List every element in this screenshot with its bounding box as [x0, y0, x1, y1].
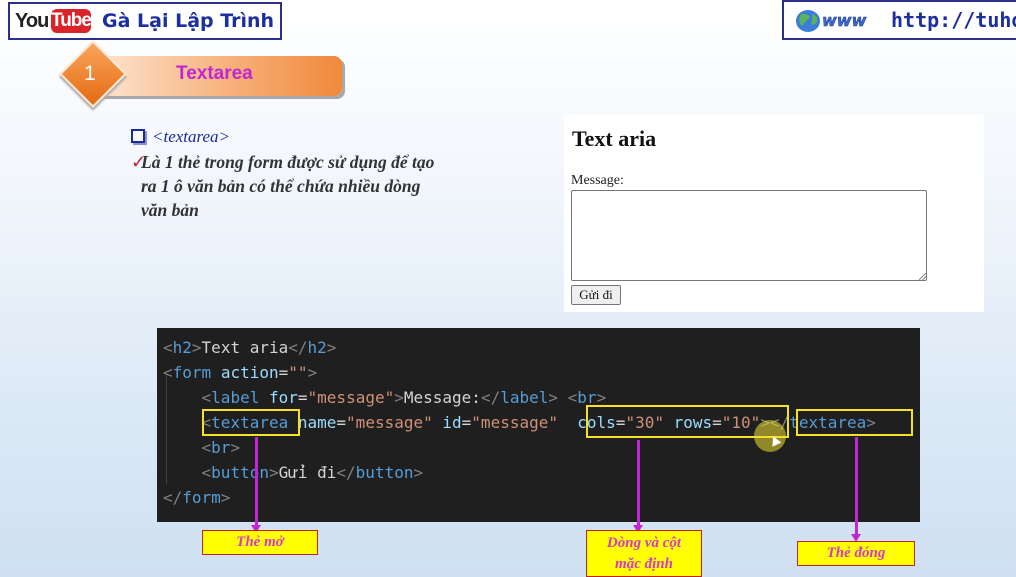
channel-title: Gà Lại Lập Trình [102, 10, 275, 32]
description-line-3: văn bản [141, 200, 199, 220]
open-tag-highlight [202, 409, 300, 436]
code-line: <form action=""> [163, 362, 317, 384]
square-bullet-icon [131, 129, 145, 143]
www-logo-text: www [822, 11, 867, 30]
code-token: button [211, 463, 269, 482]
youtube-logo-tube: Tube [51, 9, 92, 33]
code-token: "message" [346, 413, 433, 432]
code-token: = [336, 413, 347, 432]
code-token: Message: [403, 388, 481, 407]
code-token: button [355, 463, 414, 482]
code-token: "message" [471, 413, 558, 432]
code-token: action [220, 363, 279, 382]
description-line-2: ra 1 ô văn bản có thể chứa nhiều dòng [141, 176, 421, 196]
website-url-banner: www http://tuhoc [782, 0, 1016, 40]
website-url: http://tuhoc [891, 8, 1016, 32]
description-line-1: Là 1 thẻ trong form được sử dụng để tạo [141, 152, 435, 172]
cols-rows-callout-line2: mặc định [615, 556, 673, 572]
code-token: > [548, 388, 559, 407]
code-editor: <h2>Text aria</h2> <form action=""> <labe… [157, 328, 920, 522]
code-token: br [211, 438, 231, 457]
close-tag-highlight [796, 409, 913, 436]
code-token: Gửi đi [278, 463, 337, 482]
code-line: <button>Gửi đi</button> [163, 462, 424, 484]
code-token: = [278, 363, 289, 382]
code-token: > [220, 488, 231, 507]
code-token: < [201, 438, 212, 457]
code-token: </ [163, 488, 183, 507]
submit-button[interactable]: Gửi đi [571, 285, 621, 305]
code-token: > [413, 463, 424, 482]
code-token: < [201, 463, 212, 482]
close-tag-callout: Thẻ đóng [797, 541, 915, 566]
checkmark-icon: ✓ [131, 152, 147, 172]
code-token: label [500, 388, 549, 407]
cols-rows-callout-line1: Dòng và cột [606, 535, 682, 551]
open-tag-callout: Thẻ mở [202, 530, 318, 555]
code-token: > [326, 338, 337, 357]
code-token: </ [480, 388, 501, 407]
close-tag-arrow [855, 437, 858, 537]
code-token: Text aria [201, 338, 289, 357]
youtube-logo-you: You [15, 10, 49, 32]
code-token: > [230, 438, 241, 457]
code-token: name [297, 413, 337, 432]
code-token: "message" [307, 388, 395, 407]
code-token: h2 [307, 338, 327, 357]
www-globe-icon: www [796, 10, 867, 32]
code-token: > [268, 463, 279, 482]
code-token: = [461, 413, 472, 432]
code-token: > [191, 338, 202, 357]
open-tag-arrow [255, 437, 258, 527]
code-token: h2 [172, 338, 192, 357]
message-label: Message: [571, 173, 624, 188]
code-token: for [268, 388, 298, 407]
cols-rows-callout: Dòng và cột mặc định [586, 530, 702, 577]
code-token: </ [288, 338, 308, 357]
preview-heading: Text aria [572, 126, 657, 151]
mouse-cursor-highlight [754, 420, 786, 452]
cols-rows-arrow [637, 440, 640, 527]
code-token: "" [288, 363, 308, 382]
code-token: = [297, 388, 308, 407]
code-line: </form> [163, 487, 230, 509]
code-token: form [172, 363, 212, 382]
code-token: < [163, 363, 173, 382]
bullet-heading: <textarea> [131, 127, 230, 147]
section-title: Textarea [176, 63, 253, 84]
code-token: > [394, 388, 404, 407]
textarea-resize-grip-icon[interactable] [919, 273, 926, 280]
code-token: id [442, 413, 462, 432]
section-number: 1 [84, 62, 96, 85]
code-token: label [211, 388, 260, 407]
code-line: <h2>Text aria</h2> [163, 337, 336, 359]
message-textarea[interactable] [571, 190, 927, 281]
code-token: < [201, 388, 212, 407]
code-token: < [567, 388, 578, 407]
code-line: <br> [163, 437, 241, 459]
youtube-channel-banner: You Tube Gà Lại Lập Trình [8, 2, 282, 40]
bullet-heading-text: <textarea> [152, 127, 231, 146]
code-token: </ [336, 463, 356, 482]
code-line: <label for="message">Message:</label> <b… [163, 387, 607, 409]
code-token: > [307, 363, 318, 382]
code-token: form [182, 488, 221, 507]
browser-render-preview: Text aria Message: Gửi đi [564, 115, 984, 312]
bullet-description: ✓ Là 1 thẻ trong form được sử dụng để tạ… [131, 150, 511, 222]
code-token: < [163, 338, 173, 357]
